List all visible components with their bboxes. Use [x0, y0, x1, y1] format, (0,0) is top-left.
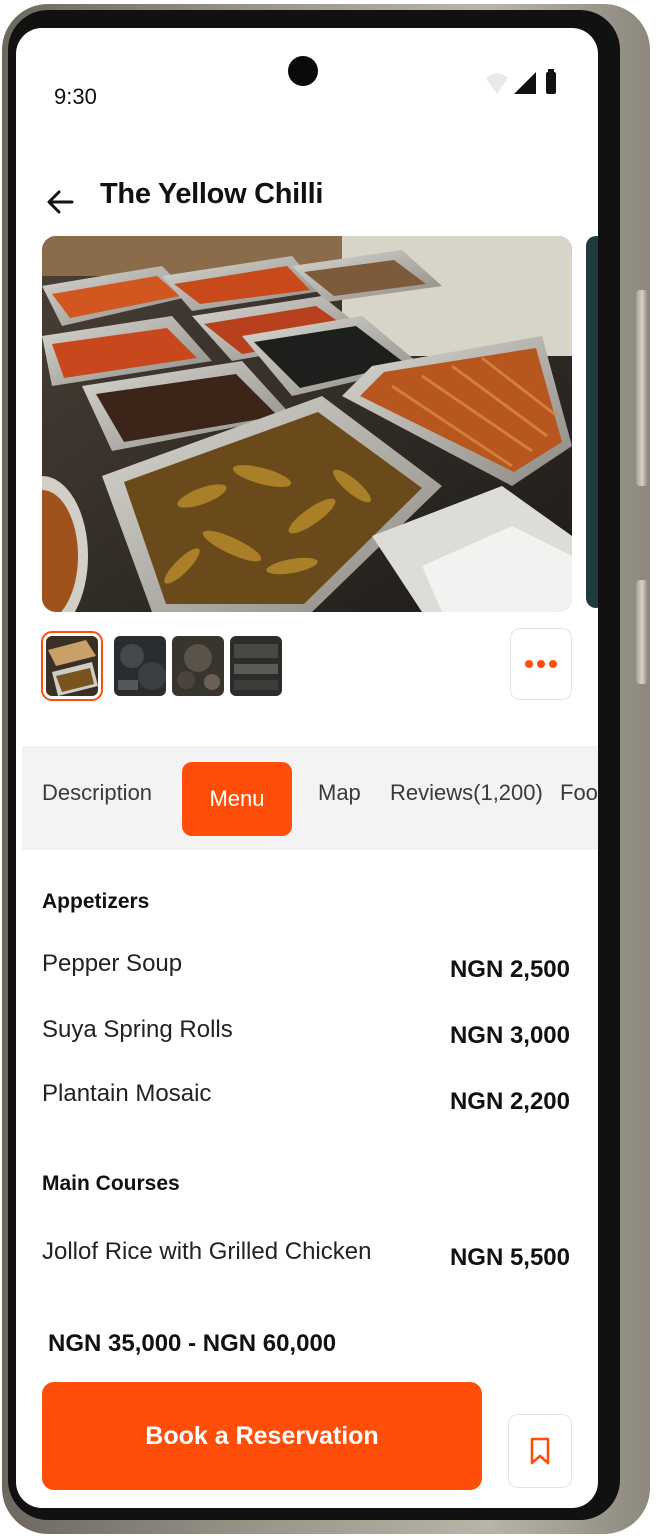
food-thumb-4[interactable] [230, 636, 282, 696]
tab-reviews[interactable]: Reviews(1,200) [390, 780, 543, 806]
menu-item-price: NGN 3,000 [449, 1022, 570, 1049]
more-options-button[interactable] [510, 628, 572, 700]
page-title: The Yellow Chilli [100, 178, 324, 210]
wifi-icon [486, 73, 508, 94]
bookmark-icon [530, 1437, 550, 1465]
volume-button [636, 580, 648, 684]
section-title-appetizers: Appetizers [42, 890, 150, 913]
food-thumb-1[interactable] [41, 631, 103, 701]
battery-icon [546, 72, 556, 94]
menu-item-price: NGN 2,500 [449, 956, 570, 983]
book-reservation-button[interactable]: Book a Reservation [42, 1382, 482, 1490]
menu-item-name: Suya Spring Rolls [42, 1016, 233, 1043]
power-button [636, 290, 648, 486]
menu-item-price: NGN 2,200 [449, 1088, 570, 1115]
section-title-main-courses: Main Courses [42, 1172, 180, 1195]
book-reservation-label: Book a Reservation [145, 1421, 379, 1450]
front-camera [288, 56, 318, 86]
menu-item-name: Plantain Mosaic [42, 1080, 212, 1107]
tab-description[interactable]: Description [42, 780, 152, 806]
tab-map[interactable]: Map [318, 780, 361, 806]
price-range: NGN 35,000 - NGN 60,000 [48, 1330, 337, 1357]
tab-menu[interactable]: Menu [182, 762, 292, 836]
more-horizontal-icon [525, 660, 557, 668]
app-screen: 9:30 The Yellow Chilli Description Menu … [16, 28, 598, 1508]
menu-item-name: Jollof Rice with Grilled Chicken [42, 1238, 372, 1265]
tab-food[interactable]: Foo [560, 780, 598, 806]
menu-item-name: Pepper Soup [42, 950, 183, 977]
food-trays-photo[interactable] [42, 236, 572, 612]
food-thumb-3[interactable] [172, 636, 224, 696]
next-photo-peek[interactable] [586, 236, 598, 608]
status-icons [486, 69, 556, 94]
status-time: 9:30 [54, 84, 97, 109]
food-thumb-2[interactable] [114, 636, 166, 696]
bookmark-button[interactable] [508, 1414, 572, 1488]
menu-item-price: NGN 5,500 [449, 1244, 570, 1271]
signal-icon [514, 72, 536, 94]
arrow-left-icon[interactable] [44, 186, 76, 218]
